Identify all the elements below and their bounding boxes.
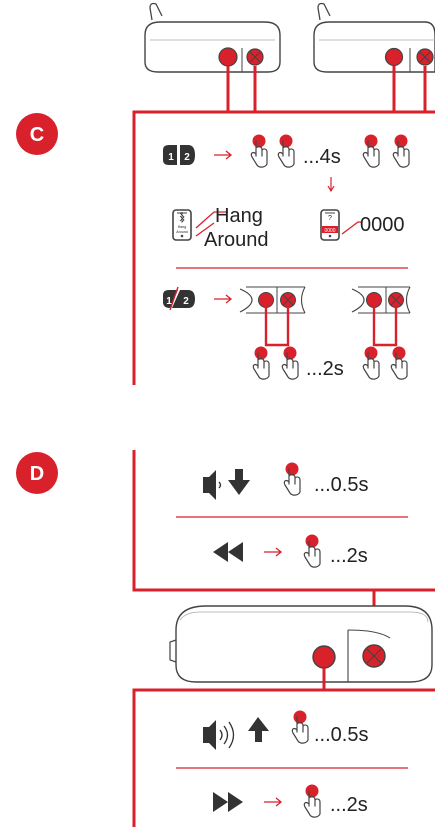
hand-press-icon <box>277 133 295 168</box>
volume-up-icon <box>203 720 235 750</box>
arrow-down-icon <box>228 469 250 495</box>
hand-press-icon <box>392 133 410 168</box>
svg-text:0000: 0000 <box>324 228 335 234</box>
svg-text:1: 1 <box>168 152 174 163</box>
next-track-step: ...2s <box>213 783 368 818</box>
svg-text:2: 2 <box>184 152 190 163</box>
svg-text:D: D <box>30 463 44 485</box>
arrow-right-icon <box>214 150 233 160</box>
callout-lines-d-bottom <box>132 668 435 827</box>
arrow-down-icon <box>327 177 335 193</box>
hand-press-icon <box>283 461 301 496</box>
speaker-device-icon <box>313 2 435 73</box>
manual-diagram: C 1 2 ...4s Hang Around Hang Around ? 00… <box>16 2 435 827</box>
section-badge-c: C <box>16 113 58 155</box>
hold-duration-label: ...0.5s <box>314 724 368 746</box>
speaker-device-icon <box>169 605 433 683</box>
section-badge-d: D <box>16 452 58 494</box>
volume-down-step: ...0.5s <box>203 461 368 500</box>
arrow-right-icon <box>214 294 233 304</box>
hand-press-icon <box>390 345 408 380</box>
hold-duration-label: ...2s <box>330 794 368 816</box>
hand-press-icon <box>362 345 380 380</box>
hold-duration-label: ...0.5s <box>314 474 368 496</box>
hold-duration-label: ...2s <box>330 545 368 567</box>
previous-track-step: ...2s <box>213 533 368 568</box>
rewind-icon <box>213 542 243 562</box>
svg-text:?: ? <box>328 215 332 222</box>
phone-pin-icon: ? 0000 <box>320 209 340 241</box>
speaker-number-badge-icon: 1 <box>163 145 177 165</box>
speaker-name-label: Hang <box>215 205 263 227</box>
speaker-number-badge-icon: 2 <box>180 145 195 165</box>
svg-text:C: C <box>30 124 44 146</box>
arrow-right-icon <box>264 797 283 807</box>
arrow-up-icon <box>248 717 269 742</box>
hand-press-icon <box>250 133 268 168</box>
arrow-right-icon <box>264 547 283 557</box>
speaker-device-icon <box>144 2 281 73</box>
hand-press-icon <box>362 133 380 168</box>
hand-press-icon <box>252 345 270 380</box>
volume-up-step: ...0.5s <box>203 709 368 750</box>
hand-press-icon <box>281 345 299 380</box>
pin-code-label: 0000 <box>360 214 405 236</box>
hand-press-icon <box>303 783 321 818</box>
hand-press-icon <box>291 709 309 744</box>
stereo-step: 1 2 ...2s <box>163 286 411 380</box>
svg-text:2: 2 <box>183 296 189 307</box>
speaker-device-icon <box>351 286 411 314</box>
hold-duration-label: ...2s <box>306 358 344 380</box>
pair-step: 1 2 ...4s Hang Around Hang Around ? 0000 <box>163 133 410 251</box>
speaker-number-badge-icon: 1 2 <box>163 286 195 311</box>
svg-text:Around: Around <box>176 230 188 234</box>
hand-press-icon <box>303 533 321 568</box>
hold-duration-label: ...4s <box>303 146 341 168</box>
speaker-device-icon <box>239 286 306 314</box>
phone-bluetooth-icon: Hang Around <box>172 209 192 241</box>
fast-forward-icon <box>213 792 243 812</box>
volume-down-icon <box>203 470 222 500</box>
svg-text:Hang: Hang <box>178 225 187 229</box>
speaker-name-label-2: Around <box>204 229 269 251</box>
